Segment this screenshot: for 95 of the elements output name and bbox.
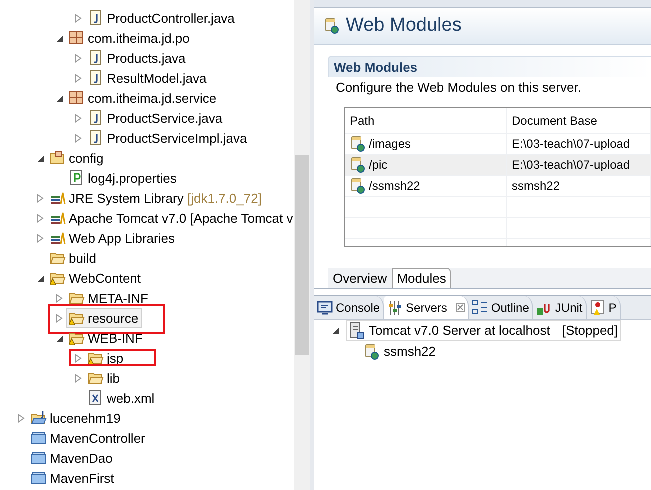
scrollbar[interactable] [294, 0, 310, 490]
tree-item[interactable]: com.itheima.jd.service [66, 88, 220, 108]
view-tab[interactable]: Outline [469, 296, 534, 319]
java-file-icon [88, 110, 104, 126]
collapsed-arrow-icon[interactable] [36, 234, 44, 242]
expanded-arrow-icon[interactable] [36, 154, 44, 162]
web-module-icon [364, 344, 380, 360]
tree-item[interactable]: com.itheima.jd.po [66, 28, 193, 48]
web-module-icon [350, 157, 366, 173]
tree-item[interactable]: ProductServiceImpl.java [85, 128, 250, 148]
editor-tab[interactable]: Modules [392, 268, 452, 288]
server-icon [349, 322, 365, 340]
scrollbar-thumb[interactable] [295, 155, 309, 355]
tree-item[interactable]: ProductController.java [85, 8, 238, 28]
collapsed-arrow-icon[interactable] [74, 114, 82, 122]
section-description: Configure the Web Modules on this server. [335, 79, 582, 97]
tree-item[interactable]: Apache Tomcat v7.0 [Apache Tomcat v [47, 208, 294, 228]
library-icon [50, 230, 66, 246]
collapsed-arrow-icon[interactable] [54, 294, 64, 302]
view-tab[interactable]: Servers [384, 296, 470, 319]
java-file-icon [88, 10, 104, 26]
editor-title: Web Modules [346, 15, 462, 37]
collapsed-arrow-icon[interactable] [74, 14, 82, 22]
project-folder-icon [31, 410, 47, 426]
close-icon[interactable] [456, 303, 466, 312]
tree-item[interactable]: web.xml [85, 388, 158, 408]
server-item[interactable]: Tomcat v7.0 Server at localhost [Stopped] [346, 320, 622, 341]
tree-item[interactable]: MavenController [28, 428, 148, 448]
monitor-icon [317, 300, 333, 316]
properties-file-icon [69, 170, 85, 186]
tree-item[interactable]: WebContent [47, 268, 144, 288]
view-tab[interactable]: Console [314, 296, 384, 319]
module-path: /ssmsh22 [369, 179, 420, 193]
sliders-icon [387, 300, 404, 316]
tree-item[interactable]: WEB-INF [66, 328, 146, 348]
view-tab[interactable]: JUnit [533, 296, 587, 319]
outline-icon [472, 300, 488, 316]
tree-item[interactable]: log4j.properties [66, 168, 180, 188]
collapsed-arrow-icon[interactable] [74, 354, 82, 362]
tree-item[interactable]: config [47, 148, 107, 168]
problems-icon [590, 300, 606, 316]
table-cell[interactable]: /pic [345, 155, 507, 176]
closed-project-icon [31, 450, 47, 466]
table-cell[interactable]: /ssmsh22 [345, 176, 507, 197]
tree-item[interactable]: resource [66, 308, 142, 328]
collapsed-arrow-icon[interactable] [74, 134, 82, 142]
expanded-arrow-icon[interactable] [54, 334, 64, 342]
tree-item[interactable]: ResultModel.java [85, 68, 210, 88]
expanded-arrow-icon[interactable] [54, 34, 64, 42]
source-folder-icon [50, 150, 66, 166]
web-module-icon [350, 136, 366, 152]
java-file-icon [88, 130, 104, 146]
server-module[interactable]: ssmsh22 [384, 344, 436, 359]
column-header[interactable]: Path [345, 108, 507, 134]
collapsed-arrow-icon[interactable] [74, 74, 82, 82]
table-cell[interactable]: ssmsh22 [507, 176, 651, 197]
expanded-arrow-icon[interactable] [54, 94, 64, 102]
tree-item[interactable]: MavenFirst [28, 468, 118, 488]
collapsed-arrow-icon[interactable] [36, 214, 44, 222]
tree-item[interactable]: lucenehm19 [28, 408, 124, 428]
closed-project-icon [31, 470, 47, 486]
web-module-icon [350, 178, 366, 194]
section-title: Web Modules [334, 60, 418, 74]
tree-item[interactable]: ProductService.java [85, 108, 226, 128]
editor-tab[interactable]: Overview [328, 268, 392, 288]
module-path: /pic [369, 158, 388, 172]
table-cell[interactable]: E:\03-teach\07-upload [507, 134, 651, 155]
library-icon [50, 210, 66, 226]
closed-project-icon [31, 430, 47, 446]
collapsed-arrow-icon[interactable] [16, 414, 26, 422]
package-icon [69, 30, 85, 46]
table-cell[interactable]: E:\03-teach\07-upload [507, 155, 651, 176]
collapsed-arrow-icon[interactable] [54, 314, 64, 322]
table-cell[interactable]: /images [345, 134, 507, 155]
collapsed-arrow-icon[interactable] [36, 194, 44, 202]
column-header[interactable]: Document Base [507, 108, 651, 134]
web-module-icon [324, 18, 340, 34]
module-path: /images [369, 137, 412, 151]
tree-item[interactable]: Products.java [85, 48, 189, 68]
xml-file-icon [88, 390, 104, 406]
collapsed-arrow-icon[interactable] [74, 374, 82, 382]
collapsed-arrow-icon[interactable] [74, 54, 82, 62]
java-file-icon [88, 70, 104, 86]
tree-item[interactable]: build [47, 248, 100, 268]
java-file-icon [88, 50, 104, 66]
tree-item[interactable]: Web App Libraries [47, 228, 178, 248]
tree-item[interactable]: JRE System Library [jdk1.7.0_72] [47, 188, 265, 208]
tree-item[interactable]: META-INF [66, 288, 152, 308]
tree-item[interactable]: MavenDao [28, 448, 116, 468]
package-icon [69, 90, 85, 106]
expanded-arrow-icon[interactable] [36, 274, 44, 282]
view-tab[interactable]: P [586, 296, 621, 319]
tree-item[interactable]: lib [85, 368, 124, 388]
library-icon [50, 190, 66, 206]
expanded-arrow-icon[interactable] [330, 326, 340, 335]
